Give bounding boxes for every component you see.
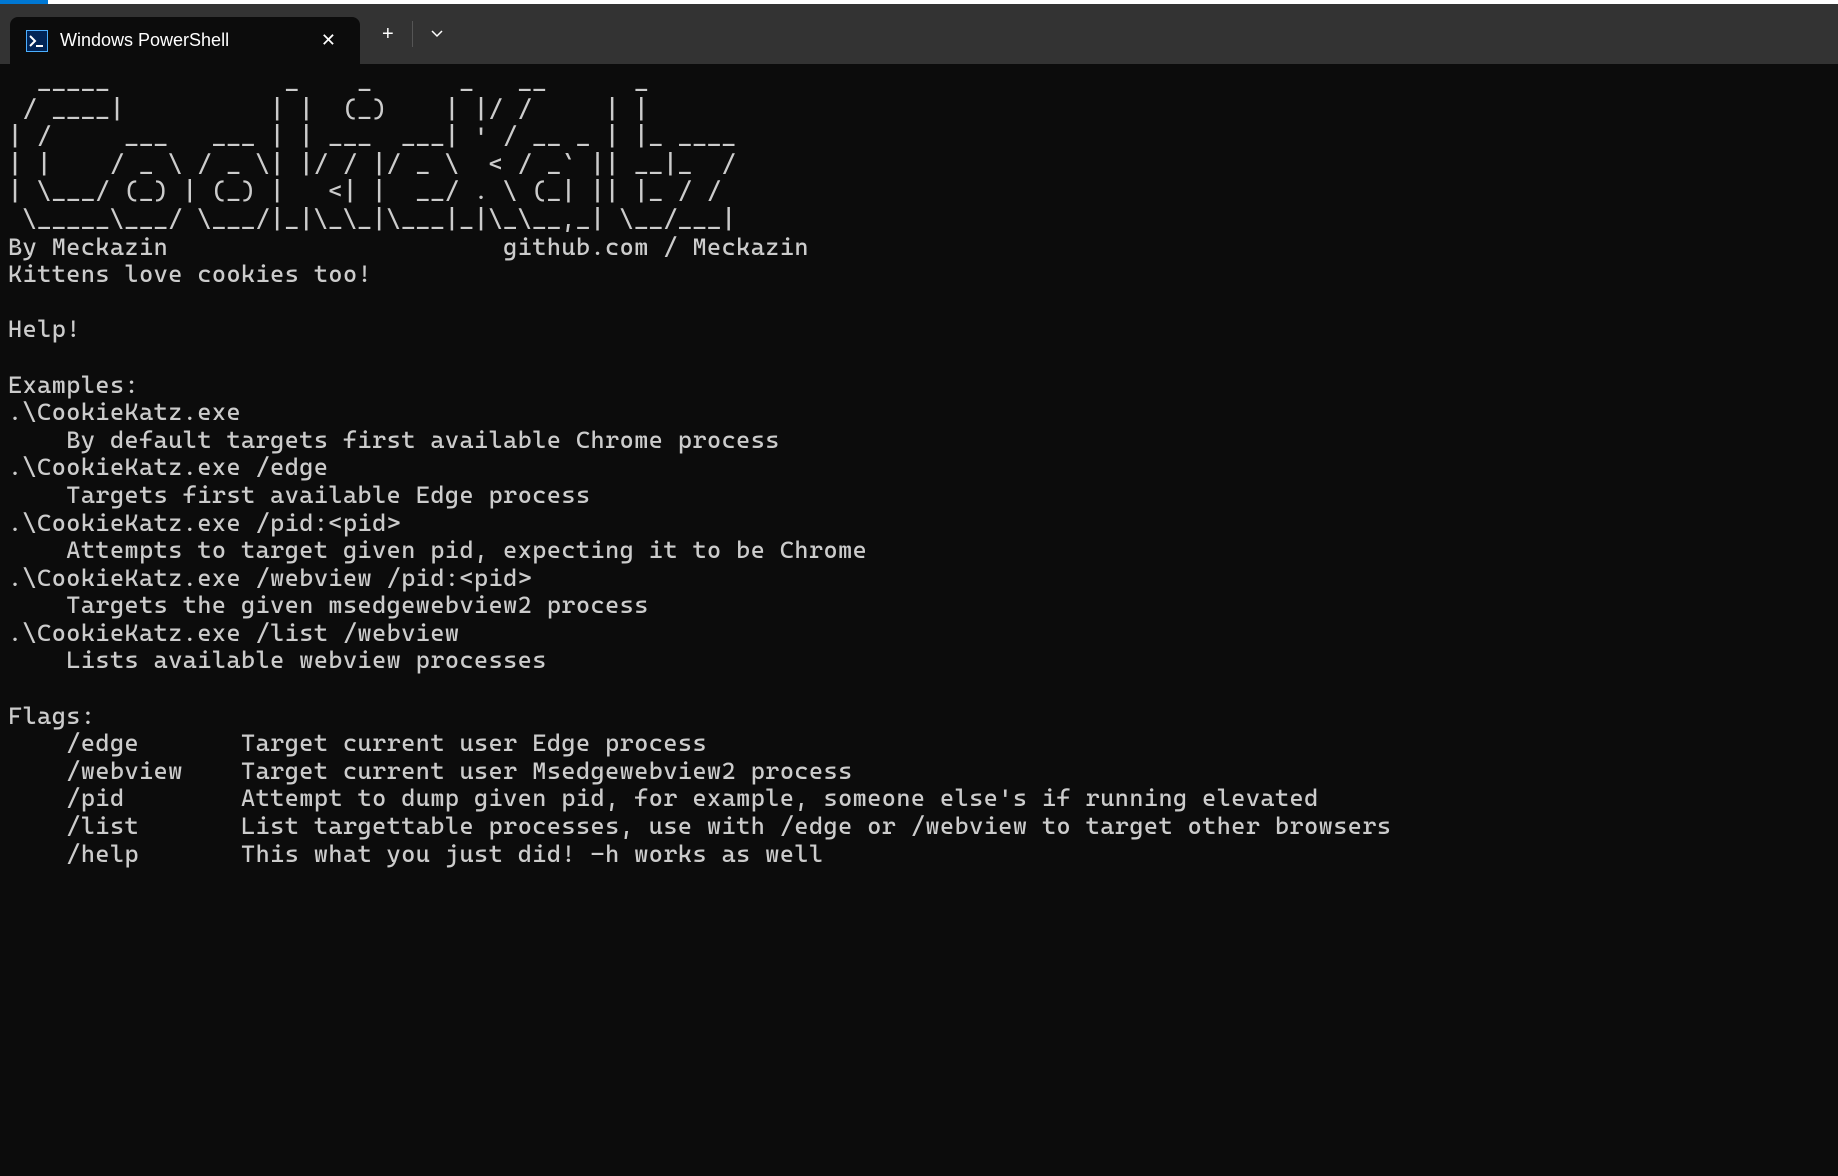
flag-name: /help — [8, 840, 241, 868]
example-desc: By default targets first available Chrom… — [8, 426, 780, 454]
example-desc: Targets the given msedgewebview2 process — [8, 591, 649, 619]
example-cmd: .\CookieKatz.exe /edge — [8, 453, 328, 481]
powershell-icon-svg — [29, 35, 45, 47]
help-heading: Help! — [8, 315, 81, 343]
examples-heading: Examples: — [8, 371, 139, 399]
example-cmd: .\CookieKatz.exe /pid:<pid> — [8, 509, 401, 537]
byline-text: By Meckazin github.com / Meckazin — [8, 233, 809, 261]
active-tab[interactable]: Windows PowerShell ✕ — [10, 17, 360, 64]
example-cmd: .\CookieKatz.exe /webview /pid:<pid> — [8, 564, 532, 592]
window-top-border — [0, 0, 1838, 4]
powershell-icon — [26, 30, 48, 52]
flag-name: /edge — [8, 729, 241, 757]
example-desc: Lists available webview processes — [8, 646, 547, 674]
close-tab-button[interactable]: ✕ — [313, 26, 344, 55]
terminal-output[interactable]: _____ _ _ _ __ _ / ____| | | (_) | |/ / … — [0, 64, 1838, 872]
flag-desc: List targettable processes, use with /ed… — [241, 812, 1391, 840]
divider — [412, 21, 413, 47]
tagline-text: Kittens love cookies too! — [8, 260, 372, 288]
flag-name: /webview — [8, 757, 241, 785]
chevron-down-icon — [431, 30, 443, 38]
flag-desc: This what you just did! -h works as well — [241, 840, 824, 868]
flag-desc: Target current user Msedgewebview2 proce… — [241, 757, 853, 785]
flags-heading: Flags: — [8, 702, 95, 730]
flag-name: /pid — [8, 784, 241, 812]
example-cmd: .\CookieKatz.exe — [8, 398, 241, 426]
flag-desc: Target current user Edge process — [241, 729, 707, 757]
flag-desc: Attempt to dump given pid, for example, … — [241, 784, 1319, 812]
tab-title: Windows PowerShell — [60, 30, 301, 51]
tab-controls: + — [368, 4, 457, 64]
example-cmd: .\CookieKatz.exe /list /webview — [8, 619, 459, 647]
title-bar: Windows PowerShell ✕ + — [0, 4, 1838, 64]
loading-indicator — [0, 0, 48, 4]
example-desc: Attempts to target given pid, expecting … — [8, 536, 867, 564]
ascii-art-banner: _____ _ _ _ __ _ / ____| | | (_) | |/ / … — [8, 67, 751, 233]
new-tab-button[interactable]: + — [368, 15, 408, 54]
tab-dropdown-button[interactable] — [417, 22, 457, 46]
example-desc: Targets first available Edge process — [8, 481, 591, 509]
flag-name: /list — [8, 812, 241, 840]
